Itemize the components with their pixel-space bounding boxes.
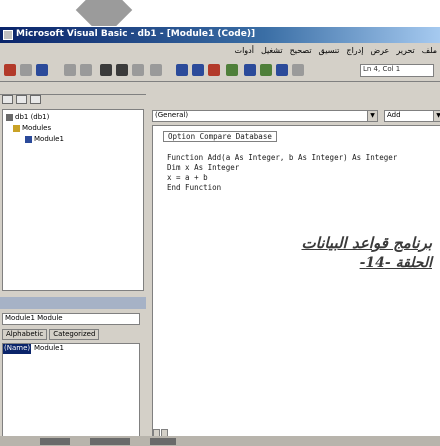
taskbar-item[interactable] (40, 438, 70, 445)
code-line: Dim x As Integer (167, 163, 240, 172)
view-code-button[interactable] (2, 95, 13, 104)
taskbar-item[interactable] (150, 438, 176, 445)
break-icon[interactable] (192, 64, 204, 76)
menu-item-tools[interactable]: أدوات (234, 46, 255, 55)
procedure-combo[interactable]: Add ▼ (384, 110, 440, 122)
project-tree: db1 (db1) Modules Module1 (2, 109, 144, 291)
property-value[interactable]: Module1 (31, 344, 64, 354)
tree-node-label: Module1 (34, 135, 64, 143)
code-line: End Function (167, 183, 222, 192)
project-explorer-toolbar (2, 95, 41, 107)
code-line: x = a + b (167, 173, 208, 182)
menu-item-file[interactable]: ملف (421, 46, 438, 55)
reset-icon[interactable] (208, 64, 220, 76)
chevron-down-icon[interactable]: ▼ (367, 111, 377, 121)
procedure-combo-value: Add (387, 111, 401, 119)
find-icon[interactable] (116, 64, 128, 76)
access-icon[interactable] (4, 64, 16, 76)
code-window: (General) ▼ Add ▼ Option Compare Databas… (148, 109, 440, 446)
properties-titlebar (0, 297, 146, 309)
run-icon[interactable] (176, 64, 188, 76)
code-editor[interactable]: Option Compare Database Function Add(a A… (152, 125, 440, 439)
overlay-episode: الحلقة -14- (359, 255, 432, 271)
tree-node-label: Modules (22, 124, 52, 132)
chevron-down-icon[interactable]: ▼ (433, 111, 440, 121)
project-explorer-icon[interactable] (244, 64, 256, 76)
view-object-button[interactable] (16, 95, 27, 104)
menu-item-run[interactable]: تشغيل (260, 46, 284, 55)
overlay-caption: برنامج قواعد البيانات الحلقة -14- (282, 234, 433, 271)
paste-icon[interactable] (100, 64, 112, 76)
standard-toolbar: Ln 4, Col 1 (0, 60, 440, 82)
folder-icon (13, 124, 20, 132)
app-icon (3, 30, 13, 40)
menu-item-view[interactable]: عرض (369, 46, 390, 55)
properties-grid: (Name) Module1 (2, 343, 140, 445)
menu-item-edit[interactable]: تحرير (395, 46, 415, 55)
screenshot-stage: Microsoft Visual Basic - db1 - [Module1 … (0, 0, 440, 446)
cut-icon[interactable] (64, 64, 76, 76)
object-browser-icon[interactable] (276, 64, 288, 76)
tree-node-project[interactable]: db1 (db1) (6, 113, 49, 121)
taskbar-item[interactable] (90, 438, 130, 445)
properties-tabs: Alphabetic Categorized (2, 329, 100, 340)
module-icon (25, 135, 32, 143)
tree-node-label: db1 (db1) (15, 113, 50, 121)
tab-categorized[interactable]: Categorized (49, 329, 100, 340)
properties-window-icon[interactable] (260, 64, 272, 76)
property-name: (Name) (3, 344, 31, 354)
cursor-position-readout: Ln 4, Col 1 (360, 64, 434, 77)
project-icon (6, 113, 13, 121)
menu-bar: ملف تحرير عرض إدراج تنسيق تصحيح تشغيل أد… (0, 43, 440, 60)
project-explorer-titlebar (0, 83, 146, 95)
object-combo[interactable]: (General) ▼ (152, 110, 378, 122)
title-bar: Microsoft Visual Basic - db1 - [Module1 … (0, 27, 440, 43)
redo-icon[interactable] (150, 64, 162, 76)
taskbar (0, 436, 440, 446)
code-line: Option Compare Database (163, 131, 277, 142)
design-mode-icon[interactable] (226, 64, 238, 76)
properties-object-combo[interactable]: Module1 Module (2, 313, 140, 325)
overlay-title: برنامج قواعد البيانات (301, 234, 433, 252)
window-title: Microsoft Visual Basic - db1 - [Module1 … (16, 29, 256, 39)
vb-editor-window: Microsoft Visual Basic - db1 - [Module1 … (0, 26, 440, 446)
save-icon[interactable] (36, 64, 48, 76)
property-row[interactable]: (Name) Module1 (3, 344, 139, 354)
object-combo-value: (General) (155, 111, 189, 119)
insert-module-icon[interactable] (20, 64, 32, 76)
copy-icon[interactable] (80, 64, 92, 76)
toolbox-icon[interactable] (292, 64, 304, 76)
code-combos: (General) ▼ Add ▼ (148, 109, 440, 123)
undo-icon[interactable] (132, 64, 144, 76)
left-pane: db1 (db1) Modules Module1 Module1 Module… (0, 83, 146, 446)
tree-node-module1[interactable]: Module1 (25, 135, 64, 143)
toggle-folders-button[interactable] (30, 95, 41, 104)
menu-item-debug[interactable]: تصحيح (289, 46, 313, 55)
tree-node-modules-folder[interactable]: Modules (13, 124, 51, 132)
menu-item-format[interactable]: تنسيق (318, 46, 341, 55)
code-line: Function Add(a As Integer, b As Integer)… (167, 153, 398, 162)
tab-alphabetic[interactable]: Alphabetic (2, 329, 48, 340)
menu-item-insert[interactable]: إدراج (345, 46, 364, 55)
